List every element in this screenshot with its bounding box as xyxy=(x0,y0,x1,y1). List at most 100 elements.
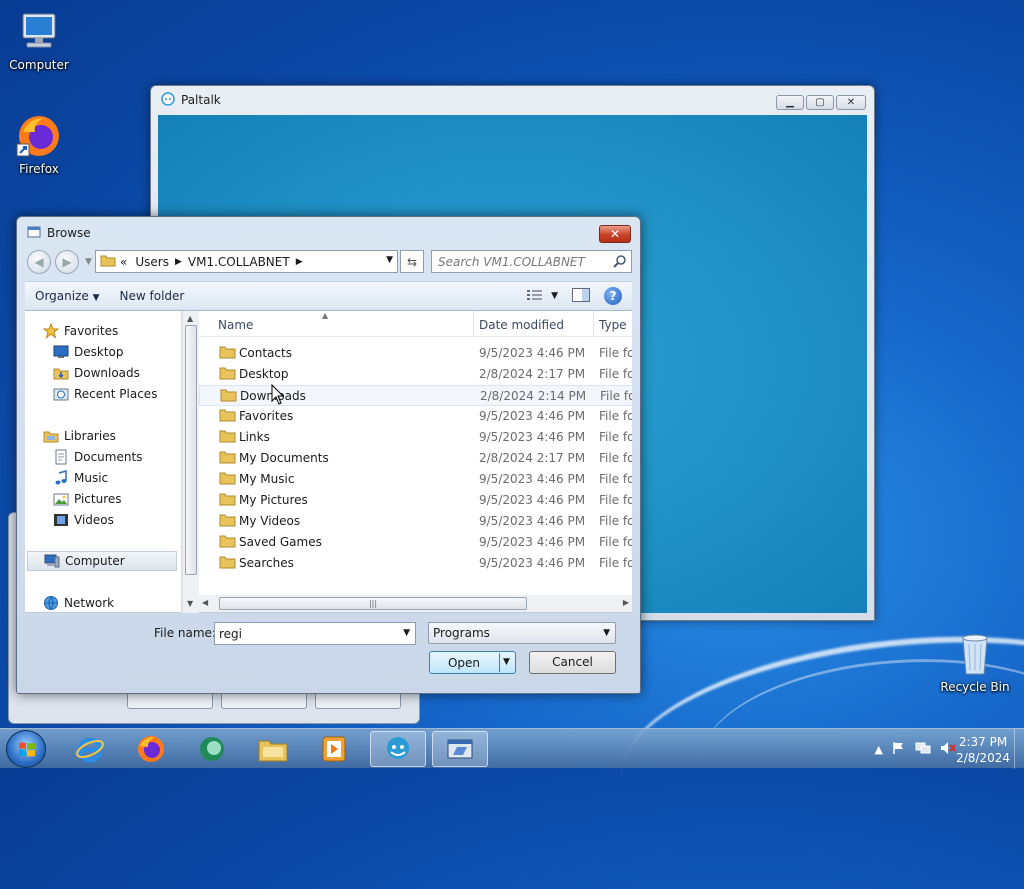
search-icon[interactable] xyxy=(613,254,627,271)
taskbar-app[interactable] xyxy=(184,731,240,767)
nav-label: Music xyxy=(74,471,109,485)
column-divider[interactable] xyxy=(473,311,474,337)
taskbar-file-explorer[interactable] xyxy=(245,731,301,767)
chevron-down-icon[interactable]: ▼ xyxy=(386,255,393,265)
scroll-thumb[interactable] xyxy=(185,325,197,575)
open-button[interactable]: Open ▼ xyxy=(429,651,516,674)
file-type: File folder xyxy=(599,472,632,486)
column-header-date-modified[interactable]: Date modified xyxy=(479,318,564,332)
search-input[interactable]: Search VM1.COLLABNET xyxy=(431,250,632,273)
nav-downloads[interactable]: Downloads xyxy=(53,363,140,383)
table-row[interactable]: My Pictures 9/5/2023 4:46 PM File folder xyxy=(199,490,632,511)
column-header-type[interactable]: Type xyxy=(599,318,627,332)
file-type-select[interactable]: Programs ▼ xyxy=(428,622,616,644)
file-name: Desktop xyxy=(239,367,289,381)
table-row[interactable]: Searches 9/5/2023 4:46 PM File folder xyxy=(199,553,632,574)
network-icon[interactable] xyxy=(915,741,931,758)
recent-pages-dropdown[interactable]: ▼ xyxy=(85,257,92,267)
system-tray: ▲ xyxy=(875,741,956,758)
nav-documents[interactable]: Documents xyxy=(53,447,142,467)
table-row[interactable]: Desktop 2/8/2024 2:17 PM File folder xyxy=(199,364,632,385)
browse-dialog[interactable]: Browse ✕ ◀ ▶ ▼ « Users ▶ VM1.COLLABNET ▶… xyxy=(16,216,641,694)
address-bar[interactable]: « Users ▶ VM1.COLLABNET ▶ ▼ xyxy=(95,250,398,273)
table-row[interactable]: Downloads2/8/2024 2:14 PMFile folder xyxy=(199,385,632,406)
scroll-up-icon[interactable]: ▲ xyxy=(187,314,193,323)
nav-videos[interactable]: Videos xyxy=(53,510,114,530)
taskbar-clock[interactable]: 2:37 PM 2/8/2024 xyxy=(956,734,1010,766)
folder-icon xyxy=(219,346,236,359)
desktop-icon-computer[interactable]: Computer xyxy=(1,8,77,72)
scroll-right-icon[interactable]: ▶ xyxy=(623,598,629,607)
file-date-modified: 2/8/2024 2:17 PM xyxy=(479,367,586,381)
help-icon[interactable]: ? xyxy=(604,287,622,305)
show-desktop-button[interactable] xyxy=(1014,729,1024,769)
column-header-name[interactable]: Name xyxy=(218,318,253,332)
nav-music[interactable]: Music xyxy=(53,468,108,488)
paltalk-titlebar[interactable]: Paltalk xyxy=(151,86,874,114)
volume-muted-icon[interactable] xyxy=(940,741,956,758)
preview-pane-button[interactable] xyxy=(572,287,590,305)
nav-label: Downloads xyxy=(74,366,140,380)
close-icon: ✕ xyxy=(846,97,856,108)
forward-arrow-icon: ▶ xyxy=(62,255,72,269)
breadcrumb-users[interactable]: Users xyxy=(135,255,169,269)
taskbar-browse-window[interactable] xyxy=(432,731,488,767)
table-row[interactable]: Links 9/5/2023 4:46 PM File folder xyxy=(199,427,632,448)
nav-network[interactable]: Network xyxy=(43,593,114,613)
table-row[interactable]: My Videos 9/5/2023 4:46 PM File folder xyxy=(199,511,632,532)
table-row[interactable]: Favorites 9/5/2023 4:46 PM File folder xyxy=(199,406,632,427)
back-button[interactable]: ◀ xyxy=(27,250,51,274)
scroll-down-icon[interactable]: ▼ xyxy=(187,599,193,608)
scroll-thumb[interactable]: ||| xyxy=(219,597,527,610)
navigation-scrollbar[interactable]: ▲ ▼ xyxy=(182,311,199,613)
minimize-button[interactable]: ▁ xyxy=(776,95,804,110)
open-label: Open xyxy=(447,655,481,670)
taskbar-internet-explorer[interactable] xyxy=(62,731,118,767)
desktop-icon xyxy=(53,344,69,360)
nav-computer[interactable]: Computer xyxy=(27,551,177,571)
downloads-folder-icon xyxy=(53,365,69,381)
refresh-button[interactable]: ⇆ xyxy=(400,250,424,273)
breadcrumb-overflow[interactable]: « xyxy=(120,255,127,269)
star-icon xyxy=(42,322,60,339)
start-button[interactable] xyxy=(6,730,46,768)
scroll-left-icon[interactable]: ◀ xyxy=(202,598,208,607)
taskbar-media-player[interactable] xyxy=(306,731,362,767)
desktop-icon-recycle-bin[interactable]: Recycle Bin xyxy=(937,630,1013,694)
nav-pictures[interactable]: Pictures xyxy=(53,489,122,509)
file-type: File folder xyxy=(599,430,632,444)
file-name-input[interactable]: regi ▼ xyxy=(214,622,416,645)
desktop-icon-firefox[interactable]: Firefox xyxy=(1,112,77,176)
table-row[interactable]: My Documents 2/8/2024 2:17 PM File folder xyxy=(199,448,632,469)
nav-favorites[interactable]: Favorites xyxy=(42,321,118,341)
maximize-button[interactable]: ▢ xyxy=(806,95,834,110)
cancel-button[interactable]: Cancel xyxy=(529,651,616,674)
nav-libraries[interactable]: Libraries xyxy=(43,426,116,446)
table-row[interactable]: My Music 9/5/2023 4:46 PM File folder xyxy=(199,469,632,490)
organize-button[interactable]: Organize ▼ xyxy=(25,289,110,303)
table-row[interactable]: Contacts 9/5/2023 4:46 PM File folder xyxy=(199,343,632,364)
new-folder-button[interactable]: New folder xyxy=(110,289,195,303)
view-options-button[interactable]: ▼ xyxy=(527,289,558,304)
table-row[interactable]: Saved Games 9/5/2023 4:46 PM File folder xyxy=(199,532,632,553)
forward-button[interactable]: ▶ xyxy=(55,250,79,274)
nav-desktop[interactable]: Desktop xyxy=(53,342,124,362)
chevron-down-icon[interactable]: ▼ xyxy=(403,628,410,638)
file-name: Favorites xyxy=(239,409,294,423)
taskbar-paltalk[interactable] xyxy=(370,731,426,767)
action-center-flag-icon[interactable] xyxy=(892,741,906,758)
nav-recent-places[interactable]: Recent Places xyxy=(53,384,157,404)
file-date-modified: 2/8/2024 2:17 PM xyxy=(479,451,586,465)
chevron-right-icon[interactable]: ▶ xyxy=(175,257,182,267)
close-button[interactable]: ✕ xyxy=(599,225,631,243)
taskbar-firefox[interactable] xyxy=(123,731,179,767)
column-divider[interactable] xyxy=(593,311,594,337)
chevron-right-icon[interactable]: ▶ xyxy=(296,257,303,267)
file-name: Searches xyxy=(239,556,294,570)
show-hidden-icons-icon[interactable]: ▲ xyxy=(875,743,883,756)
horizontal-scrollbar[interactable]: ◀ ||| ▶ xyxy=(199,595,632,612)
breadcrumb-vm1-collabnet[interactable]: VM1.COLLABNET xyxy=(188,255,290,269)
chevron-down-icon[interactable]: ▼ xyxy=(503,657,510,667)
close-button[interactable]: ✕ xyxy=(836,95,866,110)
browse-titlebar[interactable]: Browse ✕ xyxy=(17,217,640,249)
